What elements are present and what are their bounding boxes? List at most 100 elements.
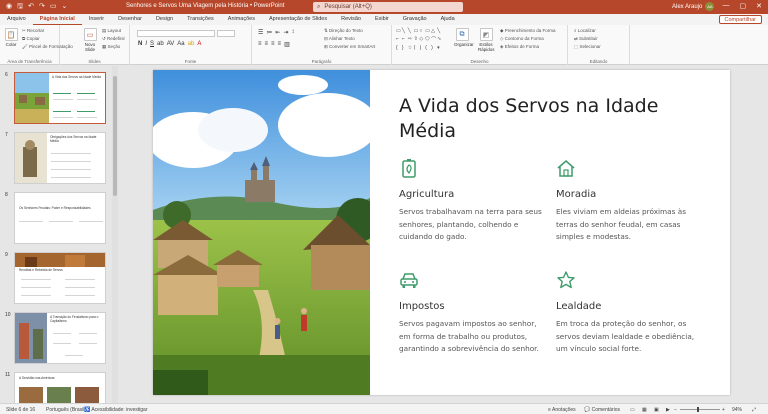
- align-right-icon[interactable]: ≡: [271, 41, 275, 48]
- user-account[interactable]: Alex Araujo AA: [672, 2, 715, 11]
- undo-icon[interactable]: ↶: [28, 2, 34, 13]
- layout-button[interactable]: ▤ Layout: [102, 28, 121, 34]
- copy-button[interactable]: ⧉ Copiar: [22, 36, 40, 41]
- align-text-button[interactable]: ⊟ Alinhar Texto: [324, 36, 355, 42]
- close-icon[interactable]: ✕: [756, 2, 762, 10]
- present-icon[interactable]: ▭: [50, 2, 57, 13]
- highlight-icon[interactable]: ab: [188, 41, 195, 47]
- redo-icon[interactable]: ↷: [39, 2, 45, 13]
- zoom-out-icon[interactable]: −: [674, 407, 677, 413]
- accessibility-status[interactable]: ♿ Acessibilidade: investigar: [84, 407, 147, 413]
- align-left-icon[interactable]: ≡: [258, 41, 262, 48]
- scrollbar-thumb[interactable]: [113, 76, 117, 196]
- select-button[interactable]: ⬚ Selecionar: [574, 44, 601, 50]
- slide-title[interactable]: A Vida dos Servos na Idade Média: [399, 94, 699, 144]
- find-button[interactable]: ⌕ Localizar: [574, 28, 596, 33]
- new-slide-button[interactable]: ▭ Novo Slide: [82, 28, 98, 52]
- slide-sorter-icon[interactable]: ▦: [642, 407, 647, 413]
- paste-button[interactable]: 📋 Colar: [3, 28, 19, 47]
- feature-impostos[interactable]: Impostos Servos pagavam impostos ao senh…: [399, 270, 549, 356]
- zoom-level[interactable]: 94%: [732, 407, 742, 413]
- minimize-icon[interactable]: —: [723, 2, 730, 10]
- slide-canvas[interactable]: A Vida dos Servos na Idade Média Agricul…: [153, 70, 730, 395]
- feature-lealdade[interactable]: Lealdade Em troca da proteção do senhor,…: [556, 270, 706, 356]
- increase-indent-icon[interactable]: ⇥: [283, 29, 288, 36]
- cut-button[interactable]: ✂ Recortar: [22, 28, 44, 34]
- thumbnail-slide-10[interactable]: 10 A Transição do Feudalismo para o Capi…: [0, 310, 112, 366]
- zoom-in-icon[interactable]: +: [722, 407, 725, 413]
- tab-design[interactable]: Design: [149, 14, 180, 25]
- italic-icon[interactable]: I: [145, 41, 147, 47]
- reset-label: Redefinir: [107, 36, 126, 41]
- tab-transicoes[interactable]: Transições: [180, 14, 221, 25]
- notes-button[interactable]: ≡ Anotações: [548, 407, 576, 413]
- char-spacing-icon[interactable]: AV: [167, 41, 175, 47]
- align-center-icon[interactable]: ≡: [265, 41, 269, 48]
- underline-icon[interactable]: S: [150, 41, 154, 47]
- bold-icon[interactable]: N: [138, 41, 142, 47]
- thumbnail-slide-7[interactable]: 7 Obrigações dos Servos na Idade Média: [0, 130, 112, 186]
- fit-slide-icon[interactable]: ⤢: [752, 407, 756, 413]
- section-button[interactable]: ▦ Seção: [102, 44, 120, 50]
- zoom-slider-thumb[interactable]: [697, 407, 699, 412]
- quick-styles-button[interactable]: ◩ Estilos Rápidos: [478, 28, 495, 52]
- comments-button[interactable]: 💬 Comentários: [584, 407, 620, 413]
- autosave-icon[interactable]: ◉: [6, 2, 12, 13]
- feature-text: Eles viviam em aldeias próximas às terra…: [556, 207, 687, 241]
- numbering-icon[interactable]: ≔: [266, 29, 272, 36]
- thumbnail-scrollbar[interactable]: [112, 66, 118, 403]
- change-case-icon[interactable]: Aa: [177, 41, 184, 47]
- search-input[interactable]: ⌕ Pesquisar (Alt+Q): [313, 2, 463, 12]
- tab-inserir[interactable]: Inserir: [82, 14, 111, 25]
- customize-qat-icon[interactable]: ⌄: [61, 2, 67, 13]
- font-family-select[interactable]: [137, 30, 215, 37]
- tab-desenhar[interactable]: Desenhar: [111, 14, 149, 25]
- reading-view-icon[interactable]: ▣: [654, 407, 659, 413]
- thumbnail-slide-6[interactable]: 6 A Vida dos Servos na Idade Média: [0, 70, 112, 126]
- zoom-slider[interactable]: [680, 409, 720, 410]
- justify-icon[interactable]: ≡: [278, 41, 282, 48]
- tab-exibir[interactable]: Exibir: [368, 14, 396, 25]
- bullets-icon[interactable]: ☰: [258, 29, 263, 36]
- arrange-button[interactable]: ⧉ Organizar: [454, 28, 474, 47]
- slideshow-icon[interactable]: ▶: [666, 407, 670, 413]
- font-group: N I S ab AV Aa ab A Fonte: [130, 25, 252, 65]
- thumbnail-number: 7: [5, 132, 8, 138]
- columns-icon[interactable]: ▥: [284, 41, 290, 48]
- replace-button[interactable]: ⇄ Substituir: [574, 36, 598, 42]
- tab-revisao[interactable]: Revisão: [334, 14, 368, 25]
- tab-gravacao[interactable]: Gravação: [396, 14, 434, 25]
- font-color-icon[interactable]: A: [197, 41, 201, 47]
- tab-apresentacao[interactable]: Apresentação de Slides: [262, 14, 334, 25]
- text-direction-button[interactable]: ⇅ Direção do Texto: [324, 28, 363, 34]
- strikethrough-icon[interactable]: ab: [157, 41, 164, 47]
- shape-effects-button[interactable]: ◈ Efeitos de Forma: [500, 44, 539, 50]
- tab-animacoes[interactable]: Animações: [221, 14, 262, 25]
- feature-heading: Impostos: [399, 301, 445, 312]
- notes-label: Anotações: [552, 407, 576, 413]
- font-size-select[interactable]: [217, 30, 235, 37]
- thumbnail-slide-8[interactable]: 8 Os Senhores Feudais: Poder e Responsab…: [0, 190, 112, 246]
- shape-outline-button[interactable]: ◇ Contorno da Forma: [500, 36, 544, 42]
- decrease-indent-icon[interactable]: ⇤: [275, 29, 280, 36]
- feature-heading: Moradia: [556, 189, 597, 200]
- feature-agricultura[interactable]: Agricultura Servos trabalhavam na terra …: [399, 158, 549, 244]
- tab-ajuda[interactable]: Ajuda: [434, 14, 462, 25]
- village-illustration[interactable]: [153, 70, 370, 395]
- shape-fill-button[interactable]: ◆ Preenchimento da Forma: [500, 28, 556, 34]
- shapes-gallery[interactable]: ▭ ╲ ╲ ▭ ○ ▭ △ ╲ ⌐ ⌐ ⇨ ⇧ ◇ ⬠ ⌒ ∿ {} ☆ ⌈ ⌋() ▾: [396, 28, 442, 52]
- paragraph-group: ☰ ≔ ⇤ ⇥ ↕ ≡ ≡ ≡ ≡ ▥ ⇅ Direção do Texto ⊟…: [252, 25, 392, 65]
- maximize-icon[interactable]: ▢: [740, 2, 747, 10]
- smartart-button[interactable]: ⊞ Converter em SmartArt: [324, 44, 375, 50]
- thumbnail-slide-9[interactable]: 9 Revoltas e Rebeldia de Servos: [0, 250, 112, 306]
- thumbnail-slide-11[interactable]: 11 A Servidão nas Américas: [0, 370, 112, 403]
- line-spacing-icon[interactable]: ↕: [291, 29, 294, 36]
- feature-moradia[interactable]: Moradia Eles viviam em aldeias próximas …: [556, 158, 706, 244]
- tab-arquivo[interactable]: Arquivo: [0, 14, 33, 25]
- save-icon[interactable]: 🖫: [17, 2, 23, 13]
- reset-button[interactable]: ↺ Redefinir: [102, 36, 125, 42]
- share-button[interactable]: Compartilhar: [718, 15, 762, 24]
- language-indicator[interactable]: Português (Brasil): [46, 407, 86, 413]
- tab-pagina-inicial[interactable]: Página Inicial: [32, 14, 82, 25]
- normal-view-icon[interactable]: ▭: [630, 407, 635, 413]
